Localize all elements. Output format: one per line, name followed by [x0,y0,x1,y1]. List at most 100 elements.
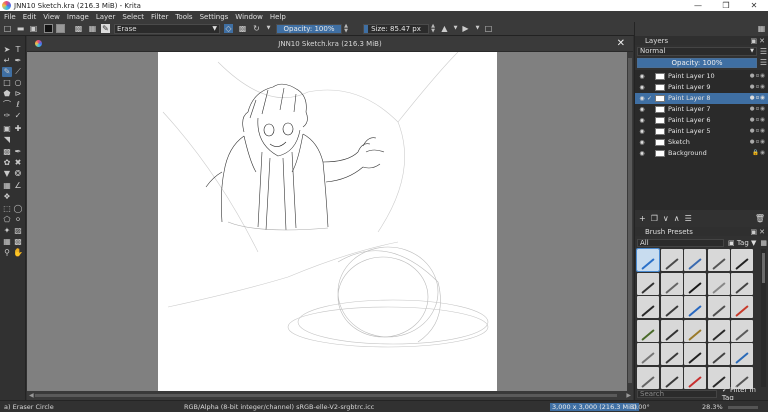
save-icon[interactable]: ▣ [29,24,38,33]
ellipse-tool-icon[interactable]: ○ [13,78,23,88]
layer-options-icon[interactable]: ☰ [759,58,768,67]
add-layer-icon[interactable]: + [639,214,646,223]
calligraphy-tool-icon[interactable]: ✒ [13,56,23,66]
brush-preset-tile[interactable] [731,343,753,365]
preset-view-icon[interactable]: ▦ [760,239,767,247]
eye-icon[interactable]: ◉ [637,139,647,146]
document-tab-title[interactable]: JNN10 Sketch.kra (216.3 MiB) [27,40,633,48]
brush-preset-combo[interactable]: Erase ▼ [114,24,220,34]
foreground-color-swatch[interactable] [44,24,53,33]
color-picker-tool-icon[interactable]: ✒ [13,147,23,157]
brush-preset-tile[interactable] [684,272,706,295]
brush-preset-tile[interactable] [684,319,706,342]
text-tool-icon[interactable]: T [13,45,23,55]
layer-row[interactable]: ◉ Paint Layer 7 ●α◉ [635,104,768,115]
eraser-mode-icon[interactable]: ◇ [224,24,233,33]
transform-tool-icon[interactable]: ◥ [2,135,12,145]
rectangle-tool-icon[interactable]: □ [2,78,12,88]
menu-layer[interactable]: Layer [96,13,116,21]
rectangular-select-tool-icon[interactable]: ⬚ [2,204,12,214]
brush-preset-tile[interactable] [731,249,753,271]
zoom-tool-icon[interactable]: ⚲ [2,248,12,258]
size-slider[interactable]: Size: 85.47 px [363,24,429,34]
gradient-icon[interactable]: ▩ [74,24,83,33]
blend-mode-select[interactable]: Normal ▼ [637,47,757,56]
brush-preset-tile[interactable] [660,296,683,318]
preset-resource-filter-select[interactable]: All [637,238,725,247]
line-tool-icon[interactable]: ⟋ [13,67,23,77]
polygonal-select-tool-icon[interactable]: ⬠ [2,215,12,225]
brush-preset-tile[interactable] [707,319,730,342]
docker-layout-icon[interactable]: ▦ [757,24,766,33]
menu-select[interactable]: Select [122,13,144,21]
brush-preset-tile[interactable] [684,366,706,389]
eye-icon[interactable]: ◉ [637,128,647,135]
menu-help[interactable]: Help [270,13,286,21]
preset-search-input[interactable]: Search [637,389,717,398]
layer-row-selected[interactable]: ◉ ✓ Paint Layer 8 ●α◉ [635,93,768,104]
wrap-around-icon[interactable]: □ [484,24,493,33]
vertical-scrollbar-thumb[interactable] [628,58,632,383]
brush-preset-tile[interactable] [731,319,753,342]
canvas-area[interactable]: JNN10 Sketch.kra (216.3 MiB) ✕ ◀ ▶ [27,36,633,400]
minimize-button[interactable]: — [684,1,712,10]
reference-images-tool-icon[interactable]: ❖ [2,192,12,202]
menu-tools[interactable]: Tools [175,13,192,21]
layer-row[interactable]: ◉ Paint Layer 6 ●α◉ [635,115,768,126]
eye-icon[interactable]: ◉ [637,73,647,80]
freehand-path-tool-icon[interactable]: ℓ [13,100,23,110]
menu-window[interactable]: Window [235,13,263,21]
layer-lock-alpha-icons[interactable]: ●α◉ [750,95,766,101]
layer-filter-icon[interactable]: ☰ [759,47,768,56]
background-color-swatch[interactable] [56,24,65,33]
dynamic-brush-tool-icon[interactable]: ✑ [2,111,12,121]
new-document-icon[interactable]: □ [3,24,12,33]
contiguous-fill-tool-icon[interactable]: ❂ [13,169,23,179]
elliptical-select-tool-icon[interactable]: ◯ [13,204,23,214]
eye-icon[interactable]: ◉ [637,117,647,124]
move-layer-up-icon[interactable]: ∧ [674,214,680,223]
brush-preset-tile[interactable] [660,319,683,342]
layer-lock-alpha-icons[interactable]: ●α◉ [750,84,766,90]
maximize-button[interactable]: ❒ [712,1,740,10]
gradient-tool-icon[interactable]: ▩ [2,147,12,157]
status-rotation[interactable]: 0.00° [632,403,650,411]
brush-preset-thumb-icon[interactable]: ✎ [101,24,110,33]
horizontal-scrollbar[interactable]: ◀ ▶ [27,391,633,400]
drawing-canvas[interactable] [158,52,497,391]
eye-icon[interactable]: ◉ [637,150,647,157]
panel-float-close-icon[interactable]: ▣✕ [751,37,767,45]
layer-lock-icon[interactable]: 🔒◉ [752,150,766,156]
mirror-horizontal-icon[interactable]: ▲ [440,24,449,33]
brush-preset-tile[interactable] [707,272,730,295]
move-layer-down-icon[interactable]: ∨ [663,214,669,223]
menu-settings[interactable]: Settings [200,13,229,21]
brush-preset-tile[interactable] [660,343,683,365]
close-document-button[interactable]: ✕ [617,38,625,49]
move-tool-icon[interactable]: ✚ [13,124,23,134]
freehand-select-tool-icon[interactable]: ⚪ [13,215,23,225]
brush-preset-tile-selected[interactable] [636,248,660,272]
brush-preset-tile[interactable] [684,249,706,271]
assistant-tool-icon[interactable]: ▦ [2,181,12,191]
scroll-left-icon[interactable]: ◀ [29,391,34,400]
brush-preset-tile[interactable] [707,343,730,365]
layer-row[interactable]: ◉ Paint Layer 9 ●α◉ [635,82,768,93]
layer-lock-alpha-icons[interactable]: ●α◉ [750,139,766,145]
chevron-down-icon[interactable]: ▼ [264,24,273,33]
bezier-select-tool-icon[interactable]: ▦ [2,237,12,247]
edit-shapes-tool-icon[interactable]: ↵ [2,56,12,66]
vertical-scrollbar[interactable] [627,52,633,391]
size-stepper[interactable]: ▲ ▼ [430,24,436,34]
bezier-tool-icon[interactable]: ⌒ [2,100,12,110]
brush-preset-tile[interactable] [637,319,659,342]
zoom-slider[interactable] [728,406,758,409]
brush-presets-scrollbar[interactable] [761,249,766,387]
menu-view[interactable]: View [43,13,60,21]
pan-tool-icon[interactable]: ✋ [13,248,23,258]
crop-tool-icon[interactable]: ▣ [2,124,12,134]
brush-preset-tile[interactable] [731,272,753,295]
delete-layer-icon[interactable]: 🗑 [755,214,765,223]
layer-row[interactable]: ◉ Sketch ●α◉ [635,137,768,148]
close-window-button[interactable]: ✕ [740,1,768,10]
